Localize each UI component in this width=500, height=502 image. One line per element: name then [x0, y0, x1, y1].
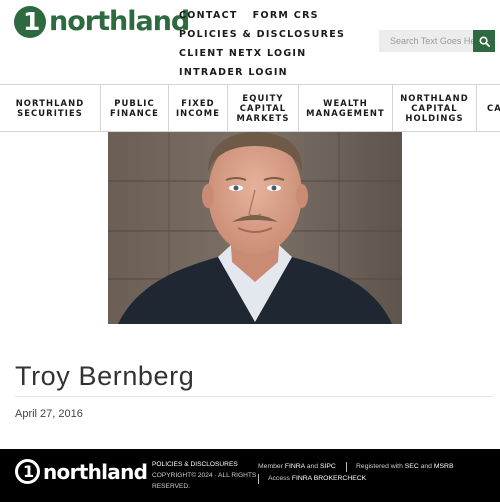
footer-separator — [346, 462, 347, 472]
page-title: Troy Bernberg — [15, 361, 195, 391]
footer-access-line: Access FINRA BROKERCHECK — [268, 475, 366, 482]
site-footer: 1 northland POLICIES & DISCLOSURES COPYR… — [0, 449, 500, 502]
finra-link[interactable]: FINRA — [285, 463, 305, 470]
post-date: April 27, 2016 — [15, 408, 83, 420]
client-netx-login-link[interactable]: CLIENT NETX LOGIN — [179, 48, 307, 59]
brokercheck-link[interactable]: FINRA BROKERCHECK — [292, 475, 366, 482]
policies-disclosures-link[interactable]: POLICIES & DISCLOSURES — [179, 29, 345, 40]
profile-photo-image — [108, 132, 402, 324]
footer-registered-line: Registered with SEC and MSRB — [356, 463, 454, 470]
footer-legal: POLICIES & DISCLOSURES COPYRIGHT© 2024 ·… — [152, 459, 257, 492]
registered-prefix: Registered with — [356, 463, 403, 470]
footer-member-line: Member FINRA and SIPC — [258, 463, 336, 470]
sipc-link[interactable]: SIPC — [320, 463, 336, 470]
search-icon — [479, 36, 490, 47]
member-and: and — [306, 463, 319, 470]
utility-links-row: CONTACT FORM CRS — [179, 6, 345, 25]
logo-wordmark: northland — [49, 6, 190, 37]
search-form — [379, 30, 495, 52]
msrb-link[interactable]: MSRB — [434, 463, 454, 470]
nav-item-wealth-management[interactable]: WEALTH MANAGEMENT — [299, 85, 393, 131]
northland-logo[interactable]: 1 northland — [14, 6, 190, 38]
nav-item-public-finance[interactable]: PUBLIC FINANCE — [101, 85, 169, 131]
footer-copyright: COPYRIGHT© 2024 · ALL RIGHTS RESERVED. — [152, 472, 257, 490]
logo-mark-icon: 1 — [14, 6, 46, 38]
intrader-login-link[interactable]: INTRADER LOGIN — [179, 67, 288, 78]
member-prefix: Member — [258, 463, 283, 470]
profile-photo — [108, 132, 402, 324]
site-header: 1 northland CONTACT FORM CRS POLICIES & … — [0, 0, 500, 84]
title-divider — [15, 396, 493, 397]
utility-links-row: CLIENT NETX LOGIN — [179, 44, 345, 63]
footer-logo[interactable]: 1 northland — [15, 459, 148, 484]
footer-logo-mark-icon: 1 — [15, 459, 40, 484]
footer-logo-wordmark: northland — [43, 459, 148, 484]
sec-link[interactable]: SEC — [405, 463, 419, 470]
nav-item-equity-capital-markets[interactable]: EQUITY CAPITAL MARKETS — [228, 85, 299, 131]
utility-links: CONTACT FORM CRS POLICIES & DISCLOSURES … — [179, 6, 345, 82]
access-prefix: Access — [268, 475, 290, 482]
utility-links-row: INTRADER LOGIN — [179, 63, 345, 82]
nav-item-northland-securities[interactable]: NORTHLAND SECURITIES — [0, 85, 101, 131]
contact-link[interactable]: CONTACT — [179, 10, 238, 21]
nav-item-fixed-income[interactable]: FIXED INCOME — [169, 85, 228, 131]
nav-item-northland-capital-holdings[interactable]: NORTHLAND CAPITAL HOLDINGS — [393, 85, 477, 131]
registered-and: and — [420, 463, 432, 470]
search-button[interactable] — [473, 30, 495, 52]
nav-item-truncated[interactable]: CA — [477, 85, 500, 131]
utility-links-row: POLICIES & DISCLOSURES — [179, 25, 345, 44]
search-input[interactable] — [379, 30, 473, 52]
footer-separator — [258, 474, 259, 484]
form-crs-link[interactable]: FORM CRS — [253, 10, 319, 21]
footer-policies-link[interactable]: POLICIES & DISCLOSURES — [152, 459, 257, 470]
main-nav: NORTHLAND SECURITIES PUBLIC FINANCE FIXE… — [0, 84, 500, 132]
